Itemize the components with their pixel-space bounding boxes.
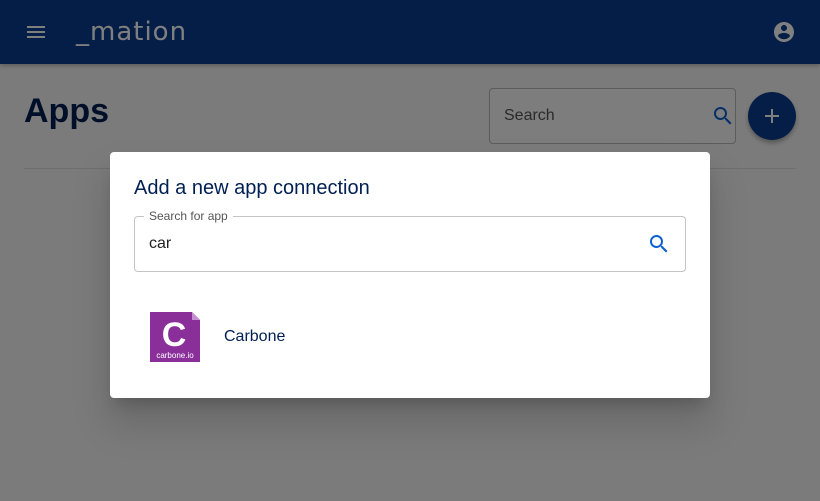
- svg-text:C: C: [162, 316, 187, 354]
- search-icon[interactable]: [647, 232, 671, 256]
- svg-text:carbone.io: carbone.io: [156, 351, 194, 360]
- dialog-title: Add a new app connection: [134, 177, 370, 199]
- app-search-input[interactable]: [149, 235, 647, 253]
- app-root: _mation Apps Add a new app connection Se…: [0, 0, 820, 501]
- app-result-item-carbone[interactable]: C carbone.io Carbone: [126, 302, 694, 372]
- carbone-logo: C carbone.io: [150, 312, 200, 362]
- app-result-name: Carbone: [224, 328, 286, 345]
- app-search-label: Search for app: [144, 209, 233, 223]
- app-search-field[interactable]: Search for app: [134, 209, 686, 272]
- add-app-connection-dialog: Add a new app connection Search for app …: [110, 152, 710, 398]
